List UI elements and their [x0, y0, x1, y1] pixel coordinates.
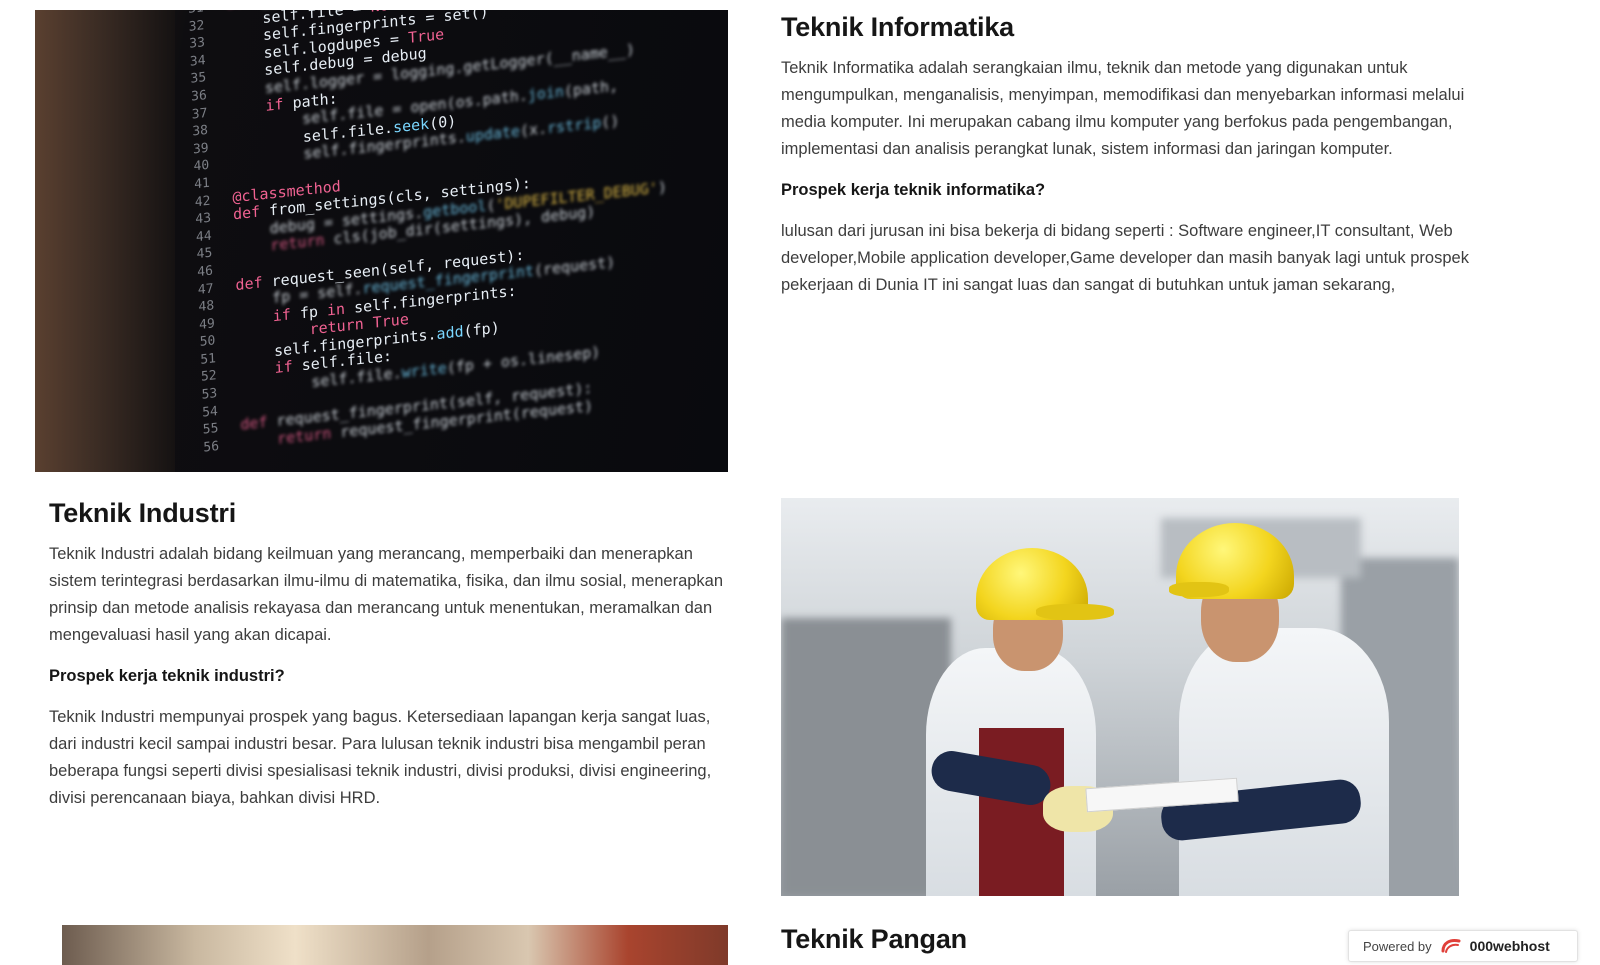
webhost-swirl-icon [1441, 939, 1461, 953]
section-teknik-pangan: Teknik Pangan [781, 924, 967, 955]
teknik-pangan-photo [62, 925, 728, 965]
section-teknik-industri: Teknik Industri Teknik Industri adalah b… [49, 498, 729, 812]
section-title: Teknik Industri [49, 498, 237, 528]
brand-name: 000webhost [1469, 938, 1550, 954]
powered-by-label: Powered by [1363, 938, 1432, 954]
prospek-text: lulusan dari jurusan ini bisa bekerja di… [781, 222, 1469, 294]
line-number: 56 [203, 438, 220, 456]
section-description: Teknik Informatika adalah serangkaian il… [781, 59, 1465, 158]
monitor-bezel [35, 10, 175, 472]
powered-by-badge[interactable]: Powered by 000webhost [1348, 930, 1578, 962]
prospek-heading: Prospek kerja teknik informatika? [781, 181, 1046, 199]
section-title: Teknik Pangan [781, 924, 967, 954]
code-screen: 31def __init__(self, path=None, debug=Fa… [155, 10, 728, 472]
section-description: Teknik Industri adalah bidang keilmuan y… [49, 545, 724, 644]
industrial-workers-photo [781, 498, 1459, 896]
section-title: Teknik Informatika [781, 12, 1014, 42]
prospek-heading: Prospek kerja teknik industri? [49, 667, 285, 685]
section-teknik-informatika: Teknik Informatika Teknik Informatika ad… [781, 12, 1481, 299]
prospek-text: Teknik Industri mempunyai prospek yang b… [49, 708, 712, 807]
code-photo: 31def __init__(self, path=None, debug=Fa… [35, 10, 728, 472]
